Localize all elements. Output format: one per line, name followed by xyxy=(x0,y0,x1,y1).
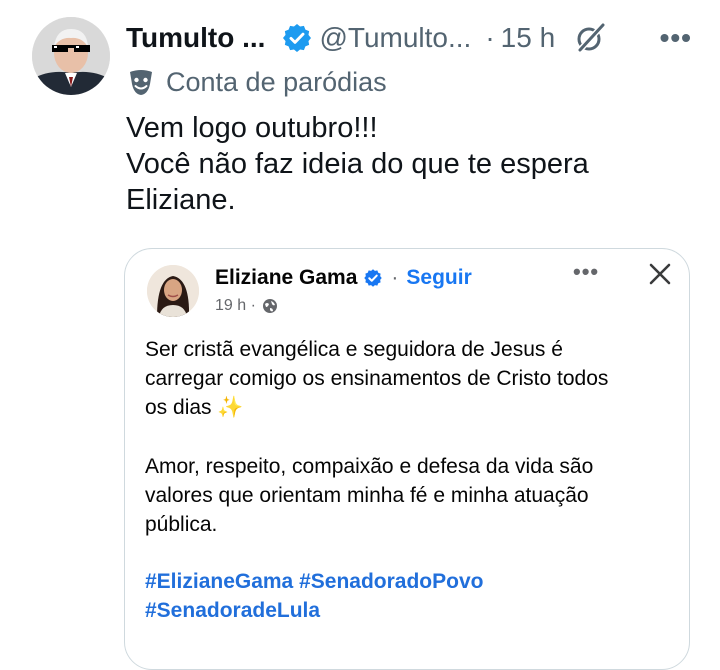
tweet-text: Vem logo outubro!!! Você não faz ideia d… xyxy=(126,110,696,218)
quoted-text-line: Amor, respeito, compaixão e defesa da vi… xyxy=(145,455,594,478)
grok-icon[interactable] xyxy=(573,21,607,55)
follow-link: Seguir xyxy=(406,266,472,289)
author-name[interactable]: Tumulto ... xyxy=(126,22,265,54)
quoted-meta: 19 h · xyxy=(215,295,278,317)
header-separator: · xyxy=(485,22,495,53)
quoted-header: Eliziane Gama · Seguir xyxy=(215,263,472,293)
globe-icon xyxy=(262,298,278,314)
parody-mask-icon xyxy=(126,68,156,96)
quoted-text-fragment: os dias xyxy=(145,396,212,419)
tweet-header: Tumulto ... @Tumulto... · 15 h ••• xyxy=(126,18,692,58)
parody-label-text: Conta de paródias xyxy=(166,66,387,97)
quoted-author-name: Eliziane Gama xyxy=(215,266,358,289)
quoted-text-line: valores que orientam minha fé e minha at… xyxy=(145,484,589,507)
hashtags: #ElizianeGama #SenadoradoPovo #Senadorad… xyxy=(145,567,675,625)
quoted-separator: · xyxy=(391,266,399,289)
quoted-text-line: pública. xyxy=(145,513,218,536)
tweet-text-line: Você não faz ideia do que te espera xyxy=(126,148,589,180)
quoted-timestamp: 19 h · xyxy=(215,297,256,314)
quoted-text-line: os dias ✨ xyxy=(145,393,675,422)
fb-verified-badge-icon xyxy=(363,268,383,288)
author-avatar[interactable] xyxy=(32,17,110,95)
tweet-text-line: Eliziane. xyxy=(126,184,236,216)
hashtag-line: #ElizianeGama #SenadoradoPovo xyxy=(145,570,484,593)
quoted-text-line: Ser cristã evangélica e seguidora de Jes… xyxy=(145,338,563,361)
sparkles-emoji: ✨ xyxy=(217,396,244,419)
hashtag-line: #SenadoradeLula xyxy=(145,599,321,622)
media-card[interactable]: Eliziane Gama · Seguir 19 h · ••• Ser cr… xyxy=(124,248,690,670)
tweet-text-line: Vem logo outubro!!! xyxy=(126,112,378,144)
more-icon[interactable]: ••• xyxy=(660,22,692,54)
verified-badge-icon[interactable] xyxy=(281,22,313,54)
close-icon xyxy=(645,259,675,289)
quoted-post-text: Ser cristã evangélica e seguidora de Jes… xyxy=(145,335,675,539)
quoted-more-icon: ••• xyxy=(573,259,600,284)
quoted-text-line: carregar comigo os ensinamentos de Crist… xyxy=(145,367,609,390)
parody-label: Conta de paródias xyxy=(126,64,387,100)
author-handle[interactable]: @Tumulto... xyxy=(319,22,471,54)
post-timestamp[interactable]: 15 h xyxy=(501,22,556,54)
quoted-author-avatar xyxy=(147,265,199,317)
